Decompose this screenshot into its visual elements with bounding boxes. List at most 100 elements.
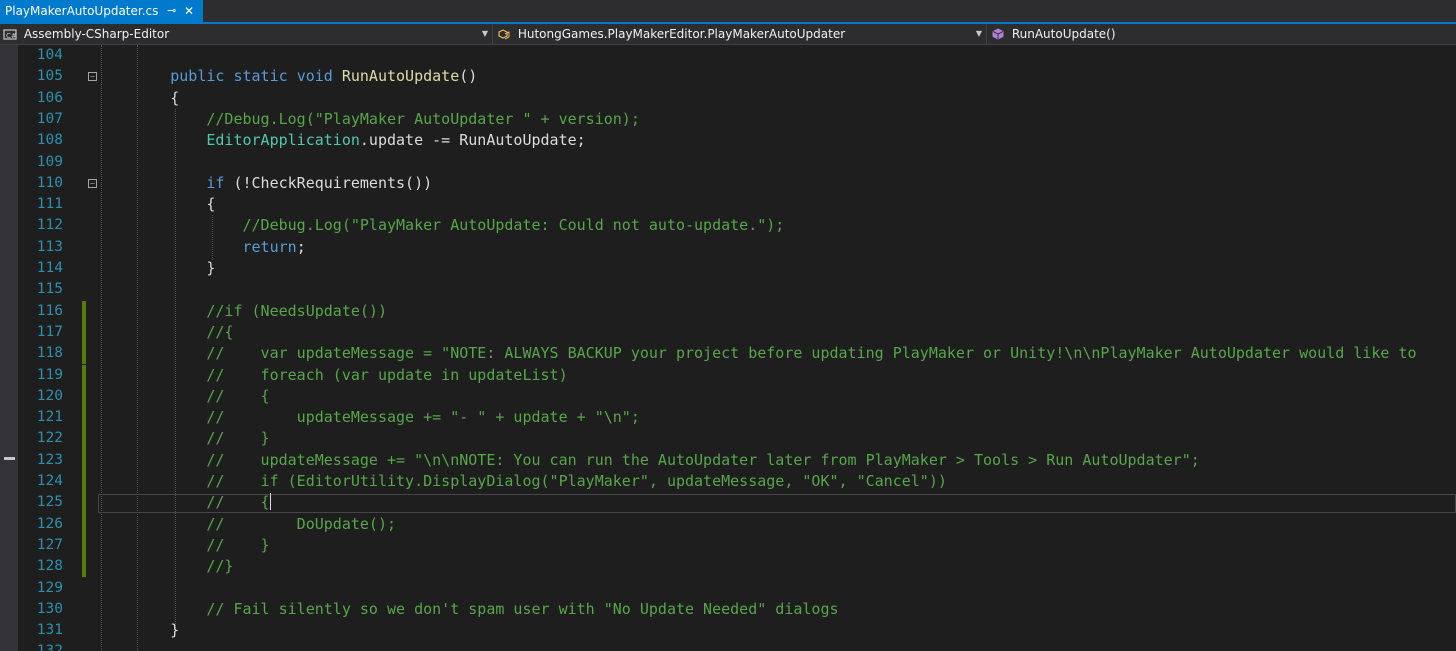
code-text: // {	[98, 386, 270, 405]
csharp-project-icon: C#	[3, 29, 17, 40]
line-number: 104	[36, 47, 63, 63]
code-line-121: 121 // updateMessage += "- " + update + …	[0, 407, 1456, 429]
code-line-118: 118 // var updateMessage = "NOTE: ALWAYS…	[0, 343, 1456, 365]
change-marker	[82, 343, 86, 365]
code-text: {	[98, 88, 180, 107]
line-number: 128	[36, 558, 63, 575]
collapse-icon[interactable]: −	[88, 72, 97, 82]
tab-bar: PlayMakerAutoUpdater.cs ⊸ ✕	[0, 0, 1456, 24]
code-text: // }	[98, 535, 270, 554]
line-number: 109	[36, 153, 63, 170]
line-number: 107	[36, 110, 63, 127]
code-text: }	[98, 259, 216, 277]
change-marker	[82, 364, 86, 386]
change-marker	[82, 321, 86, 344]
member-dropdown[interactable]: RunAutoUpdate()	[988, 24, 1456, 44]
code-line-105: 105 − public static void RunAutoUpdate()	[0, 66, 1456, 87]
code-editor[interactable]: 104 105 − public static void RunAutoUpda…	[0, 45, 1456, 651]
code-line-122: 122 // }	[0, 428, 1456, 450]
method-icon	[992, 28, 1004, 40]
code-line-126: 126 // DoUpdate();	[0, 513, 1456, 535]
line-number: 120	[36, 387, 63, 404]
change-marker	[82, 471, 86, 493]
change-marker	[82, 407, 86, 429]
code-text: // var updateMessage = "NOTE: ALWAYS BAC…	[98, 344, 1417, 363]
line-number: 121	[36, 409, 63, 426]
line-number: 127	[36, 536, 63, 553]
line-number: 113	[36, 238, 63, 255]
collapse-icon[interactable]: −	[88, 178, 97, 188]
line-number: 112	[36, 217, 63, 234]
type-label: HutongGames.PlayMakerEditor.PlayMakerAut…	[517, 27, 846, 41]
chevron-down-icon: ▼	[481, 29, 488, 38]
line-number: 119	[36, 366, 63, 383]
code-text: // {	[98, 492, 271, 513]
code-line-110: 110 − if (!CheckRequirements())	[0, 173, 1456, 194]
close-icon[interactable]: ✕	[184, 0, 194, 22]
change-marker	[82, 513, 86, 535]
code-line-115: 115	[0, 279, 1456, 300]
code-line-117: 117 //{	[0, 321, 1456, 344]
text-caret	[269, 493, 271, 511]
change-marker	[82, 449, 86, 471]
code-line-111: 111 {	[0, 194, 1456, 215]
line-number: 122	[36, 430, 63, 447]
line-number: 125	[36, 494, 63, 511]
line-number: 110	[36, 174, 63, 191]
code-line-132: 132	[0, 641, 1456, 651]
navigation-bar: C# Assembly-CSharp-Editor ▼ HutongGames.…	[0, 24, 1456, 45]
code-line-106: 106 {	[0, 88, 1456, 109]
line-number: 129	[36, 579, 63, 596]
line-number: 131	[36, 622, 63, 639]
code-line-119: 119 // foreach (var update in updateList…	[0, 364, 1456, 386]
line-number: 116	[36, 302, 63, 319]
code-line-129: 129	[0, 578, 1456, 599]
change-marker	[82, 556, 86, 578]
code-text: // DoUpdate();	[98, 514, 397, 533]
tab-file[interactable]: PlayMakerAutoUpdater.cs ⊸ ✕	[0, 0, 203, 22]
line-number: 123	[36, 451, 63, 468]
line-number: 115	[36, 281, 63, 298]
code-line-107: 107 //Debug.Log("PlayMaker AutoUpdater "…	[0, 109, 1456, 130]
line-number: 118	[36, 345, 63, 362]
code-text-content: // {	[98, 493, 270, 512]
code-text: //{	[98, 322, 234, 341]
code-line-113: 113 return;	[0, 237, 1456, 258]
pin-icon[interactable]: ⊸	[167, 0, 176, 22]
change-marker	[82, 300, 86, 322]
code-text: }	[98, 621, 180, 640]
tab-title: PlayMakerAutoUpdater.cs	[5, 4, 159, 18]
line-number: 132	[18, 641, 63, 651]
member-label: RunAutoUpdate()	[1011, 27, 1116, 41]
code-line-128: 128 //}	[0, 556, 1456, 578]
code-text: // foreach (var update in updateList)	[98, 365, 568, 384]
project-label: Assembly-CSharp-Editor	[23, 27, 170, 41]
project-dropdown[interactable]: C# Assembly-CSharp-Editor ▼	[0, 24, 493, 44]
code-line-108: 108 EditorApplication.update -= RunAutoU…	[0, 130, 1456, 151]
chevron-down-icon: ▼	[975, 29, 982, 38]
code-text: //if (NeedsUpdate())	[98, 301, 387, 320]
line-number: 124	[36, 473, 63, 489]
code-text: if (!CheckRequirements())	[206, 173, 433, 192]
change-marker	[82, 534, 86, 557]
code-text: // updateMessage += "\n\nNOTE: You can r…	[98, 450, 1200, 469]
code-text: //Debug.Log("PlayMaker AutoUpdate: Could…	[98, 216, 785, 235]
code-line-112: 112 //Debug.Log("PlayMaker AutoUpdate: C…	[0, 215, 1456, 236]
line-number: 106	[36, 89, 63, 106]
code-line-125: 125 // {	[0, 492, 1456, 514]
svg-text:C#: C#	[6, 32, 17, 40]
code-line-123: 123 // updateMessage += "\n\nNOTE: You c…	[0, 449, 1456, 471]
code-line-120: 120 // {	[0, 385, 1456, 408]
change-marker	[82, 385, 86, 408]
code-line-109: 109	[0, 152, 1456, 173]
code-text: // updateMessage += "- " + update + "\n"…	[98, 408, 640, 427]
code-line-131: 131 }	[0, 620, 1456, 641]
change-marker	[82, 492, 86, 514]
line-number: 126	[36, 515, 63, 532]
code-text: public static void RunAutoUpdate()	[170, 67, 478, 86]
line-number: 108	[36, 132, 63, 149]
type-dropdown[interactable]: HutongGames.PlayMakerEditor.PlayMakerAut…	[494, 24, 987, 44]
code-text: // Fail silently so we don't spam user w…	[98, 599, 839, 618]
code-line-116: 116 //if (NeedsUpdate())	[0, 300, 1456, 322]
code-text: return;	[242, 237, 306, 256]
